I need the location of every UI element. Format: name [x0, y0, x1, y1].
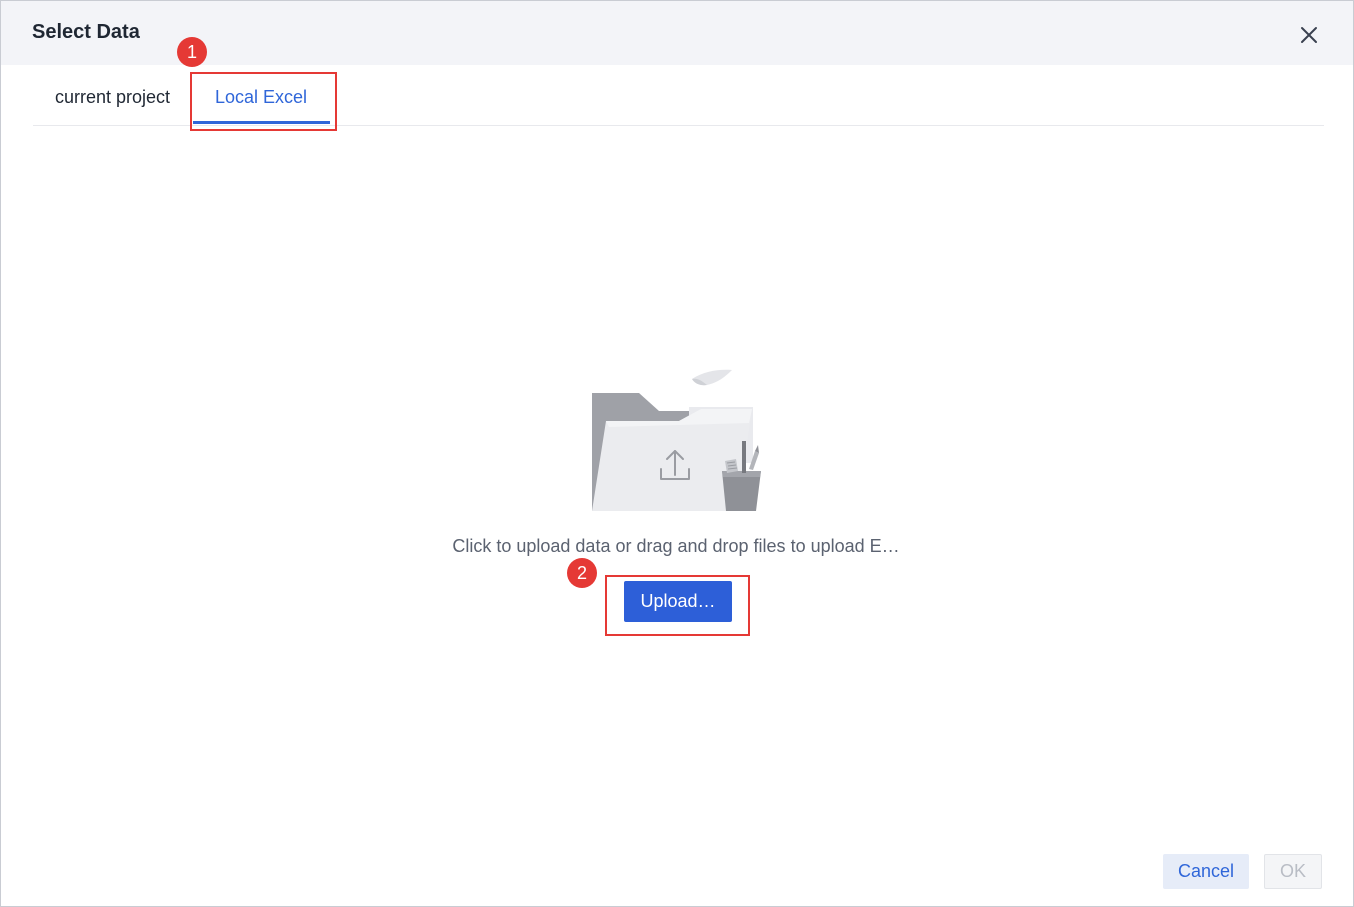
tab-current-project[interactable]: current project — [55, 87, 170, 108]
close-icon[interactable] — [1297, 23, 1321, 47]
annotation-badge-2: 2 — [567, 558, 597, 588]
cancel-button[interactable]: Cancel — [1163, 854, 1249, 889]
select-data-dialog: Select Data current project Local Excel … — [0, 0, 1354, 907]
upload-hint-text: Click to upload data or drag and drop fi… — [452, 536, 900, 556]
upload-button[interactable]: Upload… — [624, 581, 732, 622]
annotation-box-1 — [190, 72, 337, 131]
dialog-title: Select Data — [32, 21, 140, 43]
annotation-badge-1: 1 — [177, 37, 207, 67]
folder-upload-illustration — [589, 363, 769, 515]
ok-button[interactable]: OK — [1264, 854, 1322, 889]
